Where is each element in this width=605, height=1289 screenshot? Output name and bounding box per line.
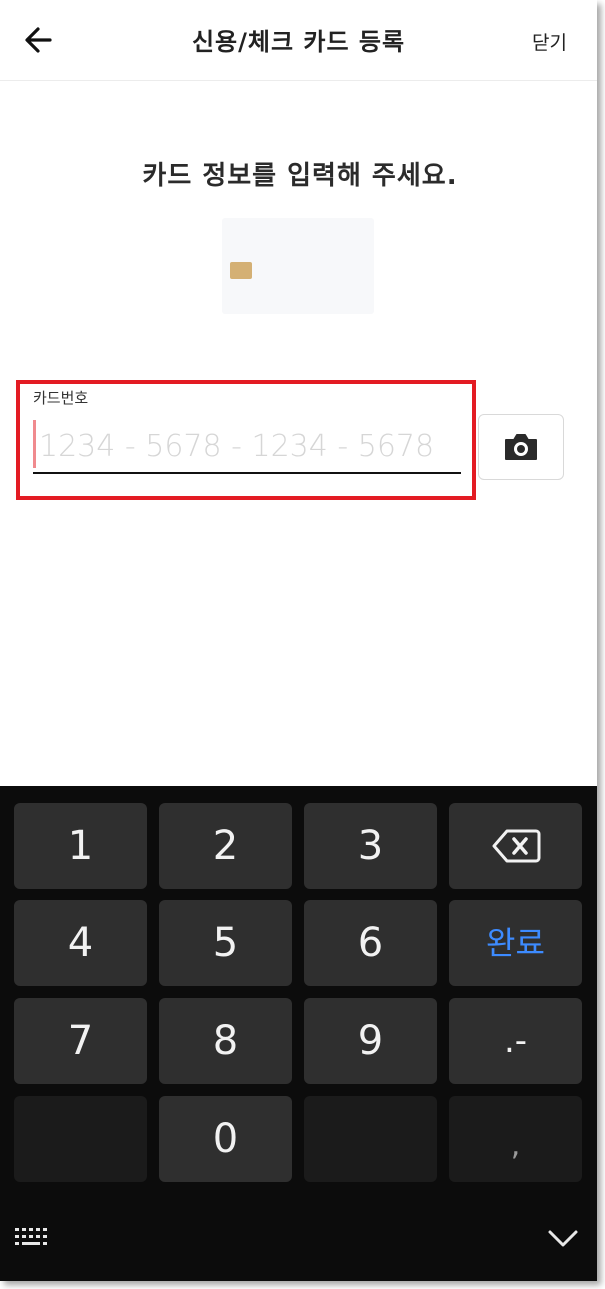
empty-key [14, 1096, 147, 1182]
backspace-key[interactable] [449, 803, 582, 889]
key-5[interactable]: 5 [159, 900, 292, 986]
hide-keyboard-button[interactable] [546, 1226, 580, 1256]
keyboard-icon [15, 1228, 47, 1245]
card-number-label: 카드번호 [33, 389, 89, 407]
key-0[interactable]: 0 [159, 1096, 292, 1182]
camera-icon [505, 434, 537, 460]
key-1[interactable]: 1 [14, 803, 147, 889]
card-number-input[interactable] [33, 420, 461, 474]
key-2[interactable]: 2 [159, 803, 292, 889]
text-caret [33, 420, 36, 468]
comma-key[interactable]: , [449, 1096, 582, 1182]
card-scan-button[interactable] [478, 414, 564, 480]
key-4[interactable]: 4 [14, 900, 147, 986]
instruction-text: 카드 정보를 입력해 주세요. [142, 161, 458, 191]
card-chip-icon [230, 262, 252, 279]
key-3[interactable]: 3 [304, 803, 437, 889]
numeric-keyboard: 1 2 3 4 5 6 완료 7 8 9 .- 0 , [0, 786, 597, 1281]
card-preview [222, 218, 374, 314]
chevron-down-icon [548, 1230, 578, 1247]
key-8[interactable]: 8 [159, 998, 292, 1084]
symbol-key[interactable]: .- [449, 998, 582, 1084]
page-title: 신용/체크 카드 등록 [191, 28, 406, 56]
key-7[interactable]: 7 [14, 998, 147, 1084]
key-6[interactable]: 6 [304, 900, 437, 986]
close-button[interactable]: 닫기 [532, 28, 567, 55]
backspace-icon [492, 829, 540, 863]
keyboard-switch-button[interactable] [14, 1226, 54, 1256]
empty-key [304, 1096, 437, 1182]
screen: 신용/체크 카드 등록 닫기 카드 정보를 입력해 주세요. 카드번호 1 2 … [0, 0, 597, 1281]
header: 신용/체크 카드 등록 닫기 [0, 0, 597, 81]
done-key[interactable]: 완료 [449, 900, 582, 986]
key-9[interactable]: 9 [304, 998, 437, 1084]
